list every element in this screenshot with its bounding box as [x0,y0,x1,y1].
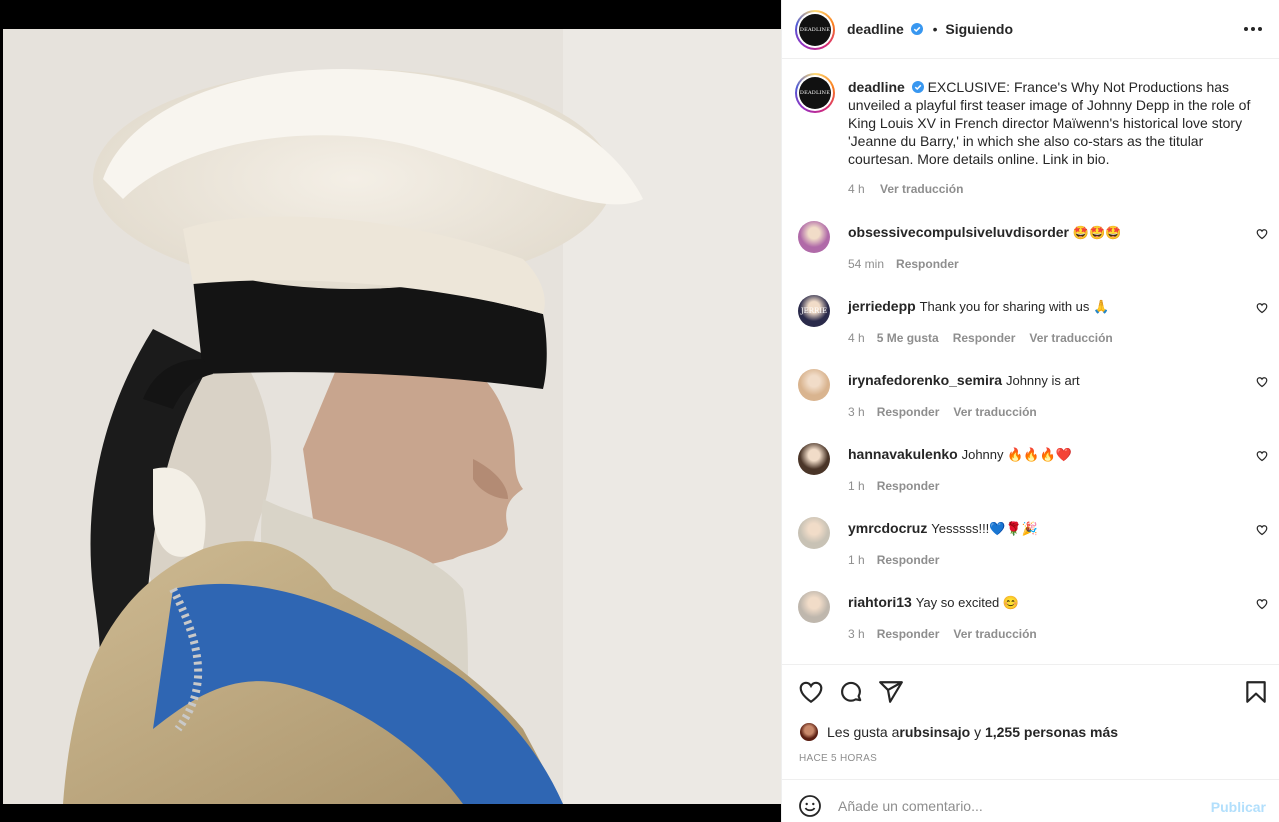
liker-username[interactable]: rubsinsajo [899,724,970,740]
commenter-avatar[interactable] [798,517,830,549]
separator-dot: • [932,21,938,37]
author-avatar[interactable]: DEADLINE [795,10,835,50]
comment-meta: 3 h Responder Ver traducción [848,627,1051,641]
likes-prefix: Les gusta a [827,724,900,740]
emoji-icon[interactable] [798,794,822,818]
author-username[interactable]: deadline [847,21,904,37]
comment-like-icon[interactable] [1256,376,1268,388]
bookmark-icon[interactable] [1243,679,1269,705]
comment-row: ymrcdocruz Yesssss!!!💙🌹🎉 1 h Responder [782,517,1279,591]
translate-link[interactable]: Ver traducción [953,405,1036,419]
comment-row: hannavakulenko Johnny 🔥🔥🔥❤️ 1 h Responder [782,443,1279,517]
verified-icon [911,81,924,93]
comment-composer: Publicar [782,779,1279,822]
comment-time: 54 min [848,257,885,271]
likes-middle: y [970,724,985,740]
comment-row: JERRIE jerriedepp Thank you for sharing w… [782,295,1279,369]
post-photo [3,29,781,804]
commenter-username[interactable]: obsessivecompulsiveluvdisorder [848,224,1069,240]
comment-body: hannavakulenko Johnny 🔥🔥🔥❤️ [848,445,1238,464]
comment-text: Yay so excited 😊 [915,595,1020,610]
post-actions: Les gusta a rubsinsajo y 1,255 personas … [782,664,1279,779]
comment-time: 1 h [848,479,865,493]
comment-body: irynafedorenko_semira Johnny is art [848,371,1238,390]
comment-meta: 4 h 5 Me gusta Responder Ver traducción [848,331,1127,345]
verified-icon [910,23,923,35]
commenter-username[interactable]: ymrcdocruz [848,520,927,536]
comment-input[interactable] [838,790,1198,822]
comment-text: Johnny is art [1005,373,1080,388]
header-user: deadline • Siguiendo [847,21,1013,37]
comment-text: Johnny 🔥🔥🔥❤️ [961,447,1072,462]
avatar-logo-text: DEADLINE [799,14,831,46]
reply-button[interactable]: Responder [953,331,1016,345]
reply-button[interactable]: Responder [896,257,959,271]
translate-link[interactable]: Ver traducción [1029,331,1112,345]
caption-author-avatar[interactable]: DEADLINE [795,73,835,113]
liker-avatar[interactable] [799,722,819,742]
more-icon[interactable] [1244,27,1262,31]
comment-meta: 1 h Responder [848,479,953,493]
commenter-username[interactable]: jerriedepp [848,298,916,314]
caption-text: EXCLUSIVE: France's Why Not Productions … [848,79,1251,167]
commenter-username[interactable]: hannavakulenko [848,446,958,462]
comment-row: obsessivecompulsiveluvdisorder 🤩🤩🤩 54 min… [782,221,1279,295]
comment-time: 3 h [848,627,865,641]
post-header: DEADLINE deadline • Siguiendo [782,0,1279,59]
comment-like-icon[interactable] [1256,228,1268,240]
comment-like-icon[interactable] [1256,302,1268,314]
comment-body: riahtori13 Yay so excited 😊 [848,593,1238,612]
follow-status-button[interactable]: Siguiendo [945,21,1013,37]
comment-time: 3 h [848,405,865,419]
comment-body: jerriedepp Thank you for sharing with us… [848,297,1238,316]
reply-button[interactable]: Responder [877,553,940,567]
reply-button[interactable]: Responder [877,479,940,493]
comment-time: 4 h [848,331,865,345]
comment-meta: 1 h Responder [848,553,953,567]
reply-button[interactable]: Responder [877,627,940,641]
commenter-avatar[interactable] [798,591,830,623]
translate-link[interactable]: Ver traducción [953,627,1036,641]
comment-time: 1 h [848,553,865,567]
comment-like-icon[interactable] [1256,524,1268,536]
commenter-username[interactable]: irynafedorenko_semira [848,372,1002,388]
comment-like-icon[interactable] [1256,598,1268,610]
comment-text: Thank you for sharing with us 🙏 [919,299,1110,314]
comment-body: obsessivecompulsiveluvdisorder 🤩🤩🤩 [848,223,1238,242]
portrait-illustration [3,29,781,804]
comment-text: Yesssss!!!💙🌹🎉 [931,521,1038,536]
commenter-avatar[interactable] [798,369,830,401]
caption-meta: 4 h Ver traducción [848,182,963,196]
comment-meta: 54 min Responder [848,257,973,271]
comment-meta: 3 h Responder Ver traducción [848,405,1051,419]
post-panel: DEADLINE deadline • Siguiendo DEADLINE d… [781,0,1279,822]
reply-button[interactable]: Responder [877,405,940,419]
comments-scroll[interactable]: DEADLINE deadline EXCLUSIVE: France's Wh… [782,60,1279,664]
publish-button[interactable]: Publicar [1211,799,1266,815]
commenter-avatar[interactable] [798,443,830,475]
comment-like-icon[interactable] [1256,450,1268,462]
avatar-text: JERRIE [800,307,828,315]
comment-row: irynafedorenko_semira Johnny is art 3 h Re… [782,369,1279,443]
share-icon[interactable] [878,679,904,705]
post-timestamp: HACE 5 HORAS [799,753,878,764]
post-media[interactable] [0,0,781,822]
comment-text: 🤩🤩🤩 [1072,225,1122,240]
comment-row: riahtori13 Yay so excited 😊 3 h Responder V… [782,591,1279,664]
commenter-avatar[interactable]: JERRIE [798,295,830,327]
comment-body: ymrcdocruz Yesssss!!!💙🌹🎉 [848,519,1238,538]
caption-translate-link[interactable]: Ver traducción [880,182,963,196]
caption-avatar-logo-text: DEADLINE [799,77,831,109]
likes-others-link[interactable]: 1,255 personas más [985,724,1118,740]
commenter-avatar[interactable] [798,221,830,253]
caption-time: 4 h [848,182,865,196]
caption-username[interactable]: deadline [848,79,905,95]
commenter-username[interactable]: riahtori13 [848,594,912,610]
likes-summary: Les gusta a rubsinsajo y 1,255 personas … [799,722,1118,742]
post-caption: deadline EXCLUSIVE: France's Why Not Pro… [848,78,1258,168]
comment-icon[interactable] [838,679,864,705]
heart-icon[interactable] [798,679,824,705]
comment-likes-count[interactable]: 5 Me gusta [877,331,939,345]
